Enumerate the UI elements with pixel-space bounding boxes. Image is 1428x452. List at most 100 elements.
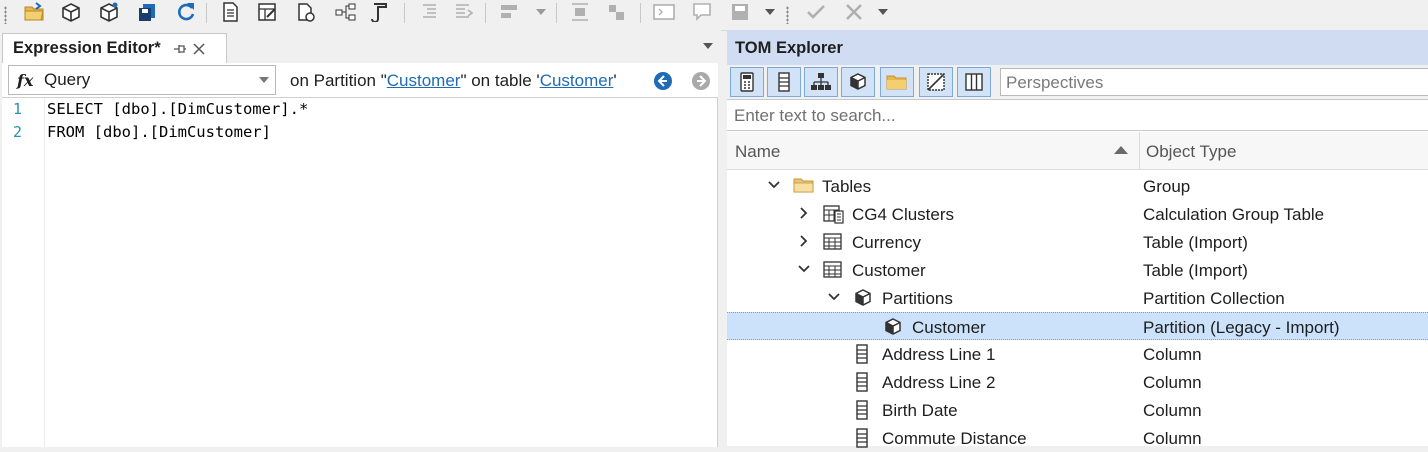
cancel-icon[interactable] <box>840 0 868 24</box>
node-label: Tables <box>822 177 872 196</box>
move-icon[interactable] <box>603 0 631 24</box>
cancel-dropdown-arrow[interactable] <box>877 6 889 18</box>
node-label: Address Line 1 <box>882 345 996 364</box>
hierarchy-icon[interactable] <box>332 0 360 24</box>
code-editor[interactable]: 1 2 SELECT [dbo].[DimCustomer].* FROM [d… <box>2 97 718 447</box>
check-icon[interactable] <box>802 0 830 24</box>
hidden-toggle-icon[interactable] <box>919 67 953 97</box>
tree-row[interactable]: Address Line 2 Column <box>727 368 1428 396</box>
perspectives-dropdown[interactable]: Perspectives <box>1000 68 1428 96</box>
save-icon[interactable] <box>134 0 162 24</box>
open-folder-icon[interactable] <box>20 0 48 24</box>
document-icon[interactable] <box>216 0 244 24</box>
code-line[interactable]: SELECT [dbo].[DimCustomer].* <box>47 100 308 118</box>
script-icon[interactable] <box>292 0 320 24</box>
chevron-right-icon[interactable] <box>797 206 811 220</box>
partition-toggle-icon[interactable] <box>841 67 875 97</box>
table-edit-icon[interactable] <box>254 0 282 24</box>
align-icon[interactable] <box>495 0 523 24</box>
node-label: Birth Date <box>882 401 958 420</box>
tom-search-box <box>727 99 1428 131</box>
align-dropdown-arrow[interactable] <box>535 6 547 18</box>
tree-row-selected[interactable]: Customer Partition (Legacy - Import) <box>727 312 1428 340</box>
partition-icon <box>883 317 903 337</box>
chevron-down-icon[interactable] <box>797 262 811 276</box>
search-input[interactable] <box>732 105 1416 127</box>
column-divider[interactable] <box>1139 132 1140 169</box>
code-line[interactable]: FROM [dbo].[DimCustomer] <box>47 123 271 141</box>
partition-link[interactable]: Customer <box>387 71 461 90</box>
node-type: Table (Import) <box>1143 233 1248 252</box>
tab-title: Expression Editor* <box>13 39 161 57</box>
toolbar-separator <box>206 3 207 23</box>
refresh-icon[interactable] <box>172 0 200 24</box>
column-toggle-icon[interactable] <box>767 67 801 97</box>
chevron-down-icon[interactable] <box>767 178 781 192</box>
tree-row[interactable]: Commute Distance Column <box>727 424 1428 452</box>
node-label: Currency <box>852 233 921 252</box>
context-middle: " on table ' <box>460 71 540 90</box>
sort-ascending-icon[interactable] <box>1114 146 1128 154</box>
sql-icon[interactable] <box>366 0 394 24</box>
database-icon[interactable] <box>95 0 123 24</box>
align-center-icon[interactable] <box>566 0 594 24</box>
line-number: 1 <box>13 100 23 118</box>
save-dropdown-arrow[interactable] <box>764 6 776 18</box>
table-icon <box>823 232 843 252</box>
node-label: Address Line 2 <box>882 373 996 392</box>
comment-icon[interactable] <box>688 0 716 24</box>
back-arrow-icon[interactable] <box>653 71 673 91</box>
node-type: Partition Collection <box>1143 289 1285 308</box>
deploy-model-icon[interactable] <box>57 0 85 24</box>
tree-row[interactable]: Partitions Partition Collection <box>727 284 1428 312</box>
node-label: Customer <box>852 261 926 280</box>
pin-icon[interactable] <box>173 42 187 56</box>
node-type: Column <box>1143 429 1202 448</box>
dropdown-value: Query <box>44 70 91 89</box>
tom-explorer-header: TOM Explorer <box>727 30 1428 65</box>
column-icon <box>855 372 875 392</box>
chevron-down-icon[interactable] <box>259 77 269 83</box>
column-header-name[interactable]: Name <box>735 142 780 162</box>
partition-context-label: on Partition "Customer" on table 'Custom… <box>290 71 617 91</box>
tree-row[interactable]: Address Line 1 Column <box>727 340 1428 368</box>
node-type: Calculation Group Table <box>1143 205 1325 224</box>
tab-overflow-dropdown[interactable] <box>703 43 713 49</box>
toolbar-separator <box>404 3 405 23</box>
table-link[interactable]: Customer <box>540 71 614 90</box>
calculator-icon[interactable] <box>730 67 764 97</box>
tree-row[interactable]: Customer Table (Import) <box>727 256 1428 284</box>
line-number-gutter: 1 2 <box>2 98 45 447</box>
query-icon[interactable] <box>650 0 678 24</box>
column-icon <box>855 400 875 420</box>
chevron-right-icon[interactable] <box>797 234 811 248</box>
tree-row[interactable]: Currency Table (Import) <box>727 228 1428 256</box>
columns-view-icon[interactable] <box>957 67 991 97</box>
folder-toggle-icon[interactable] <box>880 67 914 97</box>
folder-icon <box>793 176 814 196</box>
outdent-icon[interactable] <box>450 0 478 24</box>
close-icon[interactable] <box>192 42 206 56</box>
tree-row[interactable]: CG4 Clusters Calculation Group Table <box>727 200 1428 228</box>
expression-property-dropdown[interactable]: fx Query <box>8 65 276 95</box>
expression-editor-tab[interactable]: Expression Editor* <box>2 33 227 63</box>
main-toolbar <box>0 0 1428 31</box>
chevron-down-icon[interactable] <box>827 290 841 304</box>
toolbar-grip[interactable] <box>786 6 789 24</box>
column-header-object-type[interactable]: Object Type <box>1146 142 1236 162</box>
hierarchy-toggle-icon[interactable] <box>804 67 838 97</box>
tree-row[interactable]: Birth Date Column <box>727 396 1428 424</box>
node-label: Customer <box>912 318 986 337</box>
forward-arrow-icon[interactable] <box>691 71 711 91</box>
line-number: 2 <box>13 123 23 141</box>
indent-icon[interactable] <box>414 0 442 24</box>
toolbar-grip[interactable] <box>4 6 7 24</box>
tree-row[interactable]: Tables Group <box>727 172 1428 200</box>
save-disabled-icon[interactable] <box>726 0 754 24</box>
expression-selector-bar: fx Query on Partition "Customer" on tabl… <box>2 63 718 97</box>
table-icon <box>823 260 843 280</box>
pane-title: TOM Explorer <box>735 39 843 57</box>
calc-table-icon <box>823 204 844 224</box>
node-type: Partition (Legacy - Import) <box>1143 318 1340 337</box>
column-icon <box>855 344 875 364</box>
